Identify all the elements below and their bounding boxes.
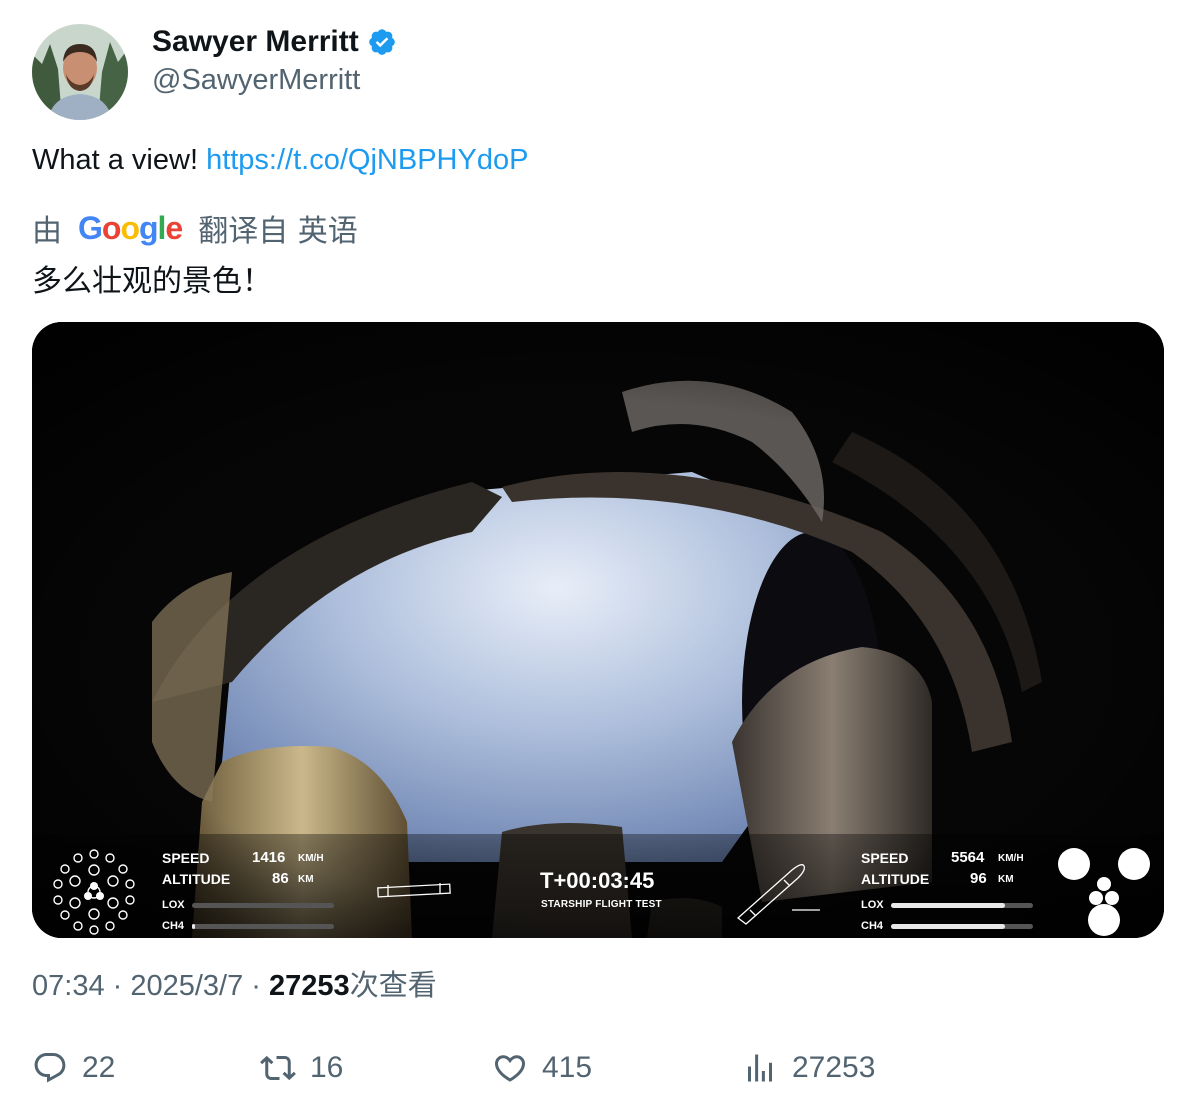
- booster-engines-icon: [53, 849, 135, 935]
- right-lox-label: LOX: [861, 899, 884, 911]
- meta-separator: ·: [243, 970, 270, 1002]
- reply-button[interactable]: 22: [32, 1046, 115, 1090]
- tweet-text: What a view! https://t.co/QjNBPHYdoP: [32, 144, 528, 177]
- right-speed-label: SPEED: [861, 850, 909, 866]
- right-speed-value: 5564: [951, 849, 985, 866]
- left-ch4-gauge: [192, 924, 334, 929]
- reply-icon: [34, 1053, 66, 1083]
- right-altitude-label: ALTITUDE: [861, 871, 930, 887]
- translation-suffix: 翻译自 英语: [198, 214, 358, 249]
- tweet-link[interactable]: https://t.co/QjNBPHYdoP: [206, 144, 528, 176]
- left-ch4-fill: [192, 924, 195, 929]
- author-name-row[interactable]: Sawyer Merritt: [152, 24, 397, 60]
- media-video[interactable]: SPEED 1416 KM/H ALTITUDE 86 KM LOX CH4 T…: [32, 322, 1164, 938]
- like-button[interactable]: 415: [492, 1046, 592, 1090]
- left-speed-unit: KM/H: [298, 853, 324, 864]
- left-speed-value: 1416: [252, 849, 286, 866]
- translation-prefix: 由: [32, 214, 62, 249]
- left-altitude-label: ALTITUDE: [162, 871, 231, 887]
- right-ch4-label: CH4: [861, 920, 884, 932]
- retweet-button[interactable]: 16: [260, 1046, 343, 1090]
- retweet-icon: [260, 1055, 296, 1081]
- booster-silhouette-icon: [377, 883, 451, 898]
- reply-count: 22: [82, 1051, 116, 1084]
- views-button[interactable]: 27253: [742, 1046, 875, 1090]
- tweet-date[interactable]: 2025/3/7: [130, 970, 243, 1002]
- author-name[interactable]: Sawyer Merritt: [152, 25, 359, 59]
- left-speed-label: SPEED: [162, 850, 210, 866]
- like-count: 415: [542, 1051, 593, 1084]
- tweet-time[interactable]: 07:34: [32, 970, 105, 1002]
- meta-separator: ·: [104, 970, 131, 1002]
- heart-icon: [494, 1055, 526, 1082]
- avatar[interactable]: [32, 24, 128, 120]
- ship-engines-icon: [1058, 848, 1150, 936]
- tweet-meta: 07:34 · 2025/3/7 · 27253次查看: [32, 962, 437, 1004]
- left-lox-gauge: [192, 903, 334, 908]
- left-altitude-unit: KM: [298, 874, 314, 885]
- verified-badge-icon: [368, 29, 395, 55]
- right-ch4-gauge: [891, 924, 1033, 929]
- right-altitude-value: 96: [970, 870, 987, 887]
- ship-silhouette-icon: [736, 864, 820, 925]
- mission-timer: T+00:03:45: [540, 868, 655, 893]
- avatar-photo-icon: [32, 24, 128, 120]
- translation-attribution[interactable]: 由 Google 翻译自 英语: [32, 208, 358, 250]
- views-suffix: 次查看: [349, 968, 437, 1002]
- left-ch4-label: CH4: [162, 920, 185, 932]
- view-count: 27253: [269, 970, 350, 1002]
- retweet-count: 16: [310, 1051, 344, 1084]
- google-logo: Google: [78, 209, 183, 246]
- left-lox-label: LOX: [162, 899, 185, 911]
- right-ch4-fill: [891, 924, 1005, 929]
- analytics-icon: [748, 1054, 772, 1082]
- author-handle[interactable]: @SawyerMerritt: [152, 64, 360, 97]
- views-count: 27253: [792, 1051, 876, 1084]
- right-altitude-unit: KM: [998, 874, 1014, 885]
- right-lox-fill: [891, 903, 1005, 908]
- right-lox-gauge: [891, 903, 1033, 908]
- right-speed-unit: KM/H: [998, 853, 1024, 864]
- telemetry-bar: SPEED 1416 KM/H ALTITUDE 86 KM LOX CH4 T…: [32, 834, 1164, 938]
- left-altitude-value: 86: [272, 870, 289, 887]
- translated-text: 多么壮观的景色！: [32, 264, 272, 299]
- mission-caption: STARSHIP FLIGHT TEST: [541, 899, 662, 910]
- tweet-body: What a view!: [32, 144, 207, 176]
